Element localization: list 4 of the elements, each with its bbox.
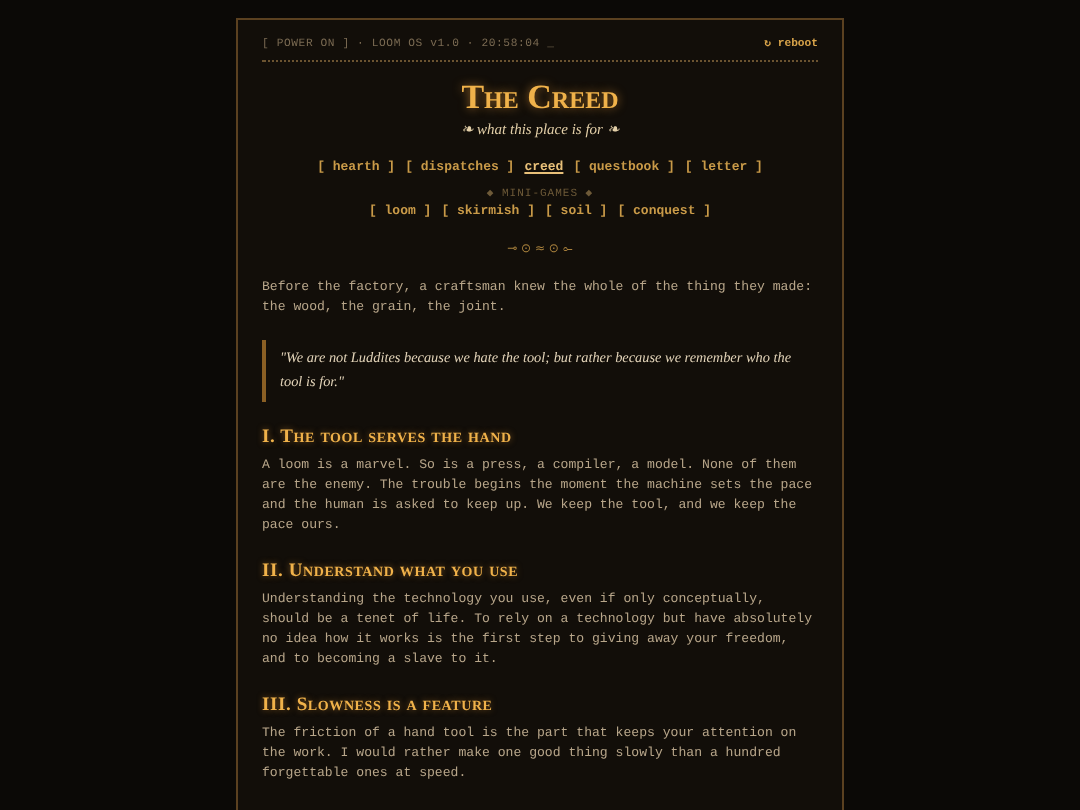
section-heading: I. The tool serves the hand — [262, 428, 514, 448]
section-heading: III. Slowness is a feature — [262, 696, 495, 716]
page-title: The Creed — [459, 78, 621, 118]
section-heading: II. Understand what you use — [262, 562, 521, 582]
